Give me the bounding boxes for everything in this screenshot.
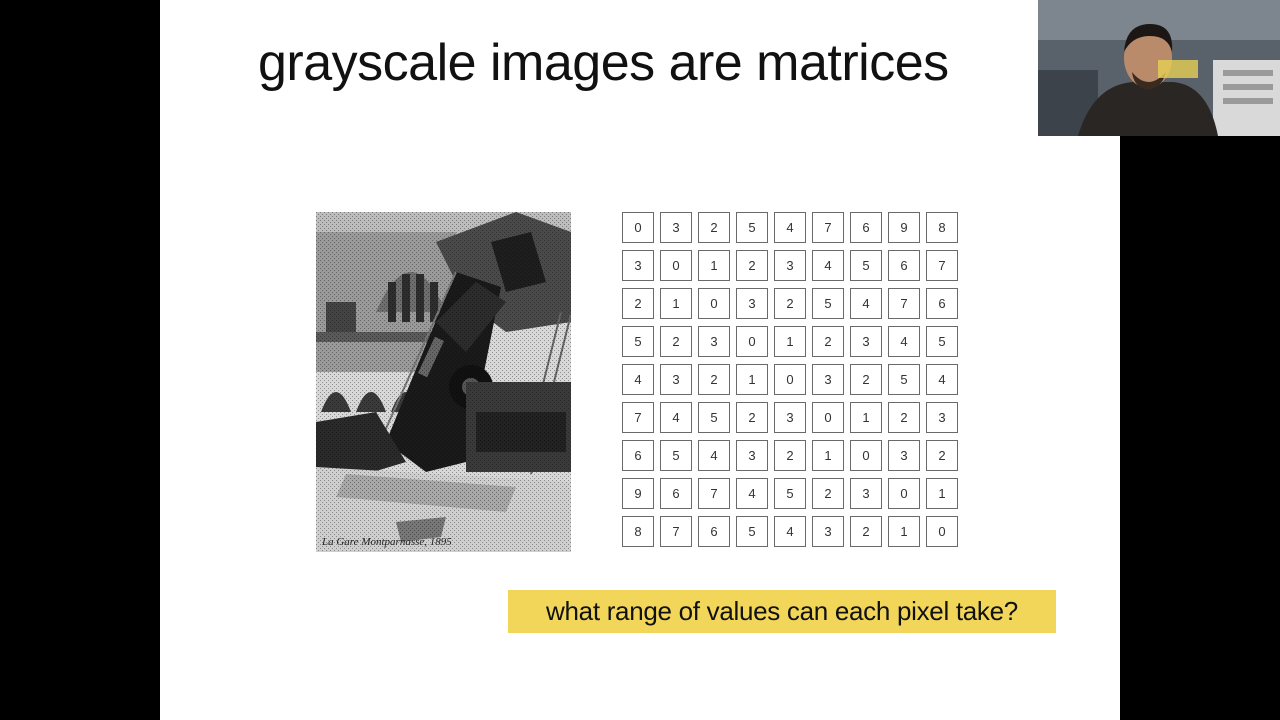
matrix-cell: 1 bbox=[774, 326, 806, 357]
matrix-cell: 0 bbox=[736, 326, 768, 357]
matrix-cell: 3 bbox=[926, 402, 958, 433]
matrix-cell: 0 bbox=[926, 516, 958, 547]
matrix-cell: 5 bbox=[812, 288, 844, 319]
matrix-cell: 3 bbox=[812, 516, 844, 547]
matrix-cell: 4 bbox=[736, 478, 768, 509]
matrix-cell: 3 bbox=[774, 250, 806, 281]
matrix-cell: 4 bbox=[926, 364, 958, 395]
matrix-cell: 5 bbox=[926, 326, 958, 357]
matrix-cell: 4 bbox=[698, 440, 730, 471]
matrix-cell: 6 bbox=[698, 516, 730, 547]
matrix-cell: 5 bbox=[622, 326, 654, 357]
matrix-cell: 5 bbox=[660, 440, 692, 471]
matrix-cell: 4 bbox=[774, 516, 806, 547]
matrix-cell: 2 bbox=[850, 364, 882, 395]
matrix-cell: 3 bbox=[660, 364, 692, 395]
question-highlight: what range of values can each pixel take… bbox=[508, 590, 1056, 633]
matrix-cell: 2 bbox=[812, 478, 844, 509]
matrix-cell: 2 bbox=[888, 402, 920, 433]
matrix-cell: 2 bbox=[698, 212, 730, 243]
matrix-cell: 0 bbox=[774, 364, 806, 395]
matrix-cell: 8 bbox=[622, 516, 654, 547]
matrix-cell: 3 bbox=[812, 364, 844, 395]
matrix-cell: 0 bbox=[812, 402, 844, 433]
matrix-cell: 2 bbox=[774, 288, 806, 319]
matrix-cell: 5 bbox=[888, 364, 920, 395]
matrix-cell: 7 bbox=[622, 402, 654, 433]
matrix-cell: 1 bbox=[736, 364, 768, 395]
matrix-cell: 6 bbox=[926, 288, 958, 319]
matrix-cell: 6 bbox=[888, 250, 920, 281]
matrix-cell: 0 bbox=[698, 288, 730, 319]
matrix-cell: 5 bbox=[850, 250, 882, 281]
photo-caption: La Gare Montparnasse, 1895 bbox=[322, 536, 452, 548]
matrix-cell: 1 bbox=[926, 478, 958, 509]
matrix-cell: 1 bbox=[812, 440, 844, 471]
slide-title: grayscale images are matrices bbox=[258, 34, 949, 92]
train-photo: La Gare Montparnasse, 1895 bbox=[316, 212, 571, 552]
matrix-cell: 1 bbox=[698, 250, 730, 281]
matrix-cell: 6 bbox=[660, 478, 692, 509]
matrix-cell: 2 bbox=[926, 440, 958, 471]
matrix-cell: 3 bbox=[736, 288, 768, 319]
matrix-cell: 2 bbox=[736, 250, 768, 281]
matrix-cell: 4 bbox=[774, 212, 806, 243]
matrix-cell: 0 bbox=[888, 478, 920, 509]
matrix-cell: 4 bbox=[888, 326, 920, 357]
matrix-cell: 3 bbox=[774, 402, 806, 433]
matrix-cell: 1 bbox=[850, 402, 882, 433]
matrix-cell: 2 bbox=[812, 326, 844, 357]
matrix-cell: 3 bbox=[622, 250, 654, 281]
matrix-cell: 4 bbox=[850, 288, 882, 319]
matrix-cell: 2 bbox=[622, 288, 654, 319]
matrix-cell: 5 bbox=[736, 516, 768, 547]
matrix-cell: 7 bbox=[660, 516, 692, 547]
matrix-cell: 7 bbox=[698, 478, 730, 509]
matrix-cell: 7 bbox=[812, 212, 844, 243]
matrix-cell: 5 bbox=[774, 478, 806, 509]
matrix-cell: 7 bbox=[926, 250, 958, 281]
matrix-cell: 3 bbox=[850, 326, 882, 357]
matrix-cell: 2 bbox=[774, 440, 806, 471]
matrix-cell: 5 bbox=[698, 402, 730, 433]
matrix-cell: 3 bbox=[888, 440, 920, 471]
matrix-cell: 9 bbox=[622, 478, 654, 509]
matrix-cell: 4 bbox=[812, 250, 844, 281]
matrix-cell: 3 bbox=[660, 212, 692, 243]
matrix-cell: 6 bbox=[622, 440, 654, 471]
matrix-cell: 2 bbox=[850, 516, 882, 547]
matrix-cell: 5 bbox=[736, 212, 768, 243]
webcam-image bbox=[1038, 0, 1280, 136]
matrix-cell: 3 bbox=[736, 440, 768, 471]
matrix-cell: 8 bbox=[926, 212, 958, 243]
matrix-cell: 3 bbox=[698, 326, 730, 357]
matrix-cell: 2 bbox=[660, 326, 692, 357]
matrix-cell: 6 bbox=[850, 212, 882, 243]
matrix-cell: 0 bbox=[850, 440, 882, 471]
matrix-cell: 3 bbox=[850, 478, 882, 509]
matrix-cell: 2 bbox=[698, 364, 730, 395]
matrix-cell: 4 bbox=[660, 402, 692, 433]
matrix-cell: 2 bbox=[736, 402, 768, 433]
train-photo-image bbox=[316, 212, 571, 552]
matrix-cell: 9 bbox=[888, 212, 920, 243]
matrix-cell: 1 bbox=[888, 516, 920, 547]
slide: grayscale images are matrices La Gare Mo… bbox=[160, 0, 1120, 720]
webcam-feed bbox=[1038, 0, 1280, 136]
matrix-cell: 0 bbox=[622, 212, 654, 243]
matrix-cell: 7 bbox=[888, 288, 920, 319]
matrix-cell: 1 bbox=[660, 288, 692, 319]
pixel-matrix: 0325476983012345672103254765230123454321… bbox=[622, 212, 958, 547]
matrix-cell: 0 bbox=[660, 250, 692, 281]
matrix-cell: 4 bbox=[622, 364, 654, 395]
